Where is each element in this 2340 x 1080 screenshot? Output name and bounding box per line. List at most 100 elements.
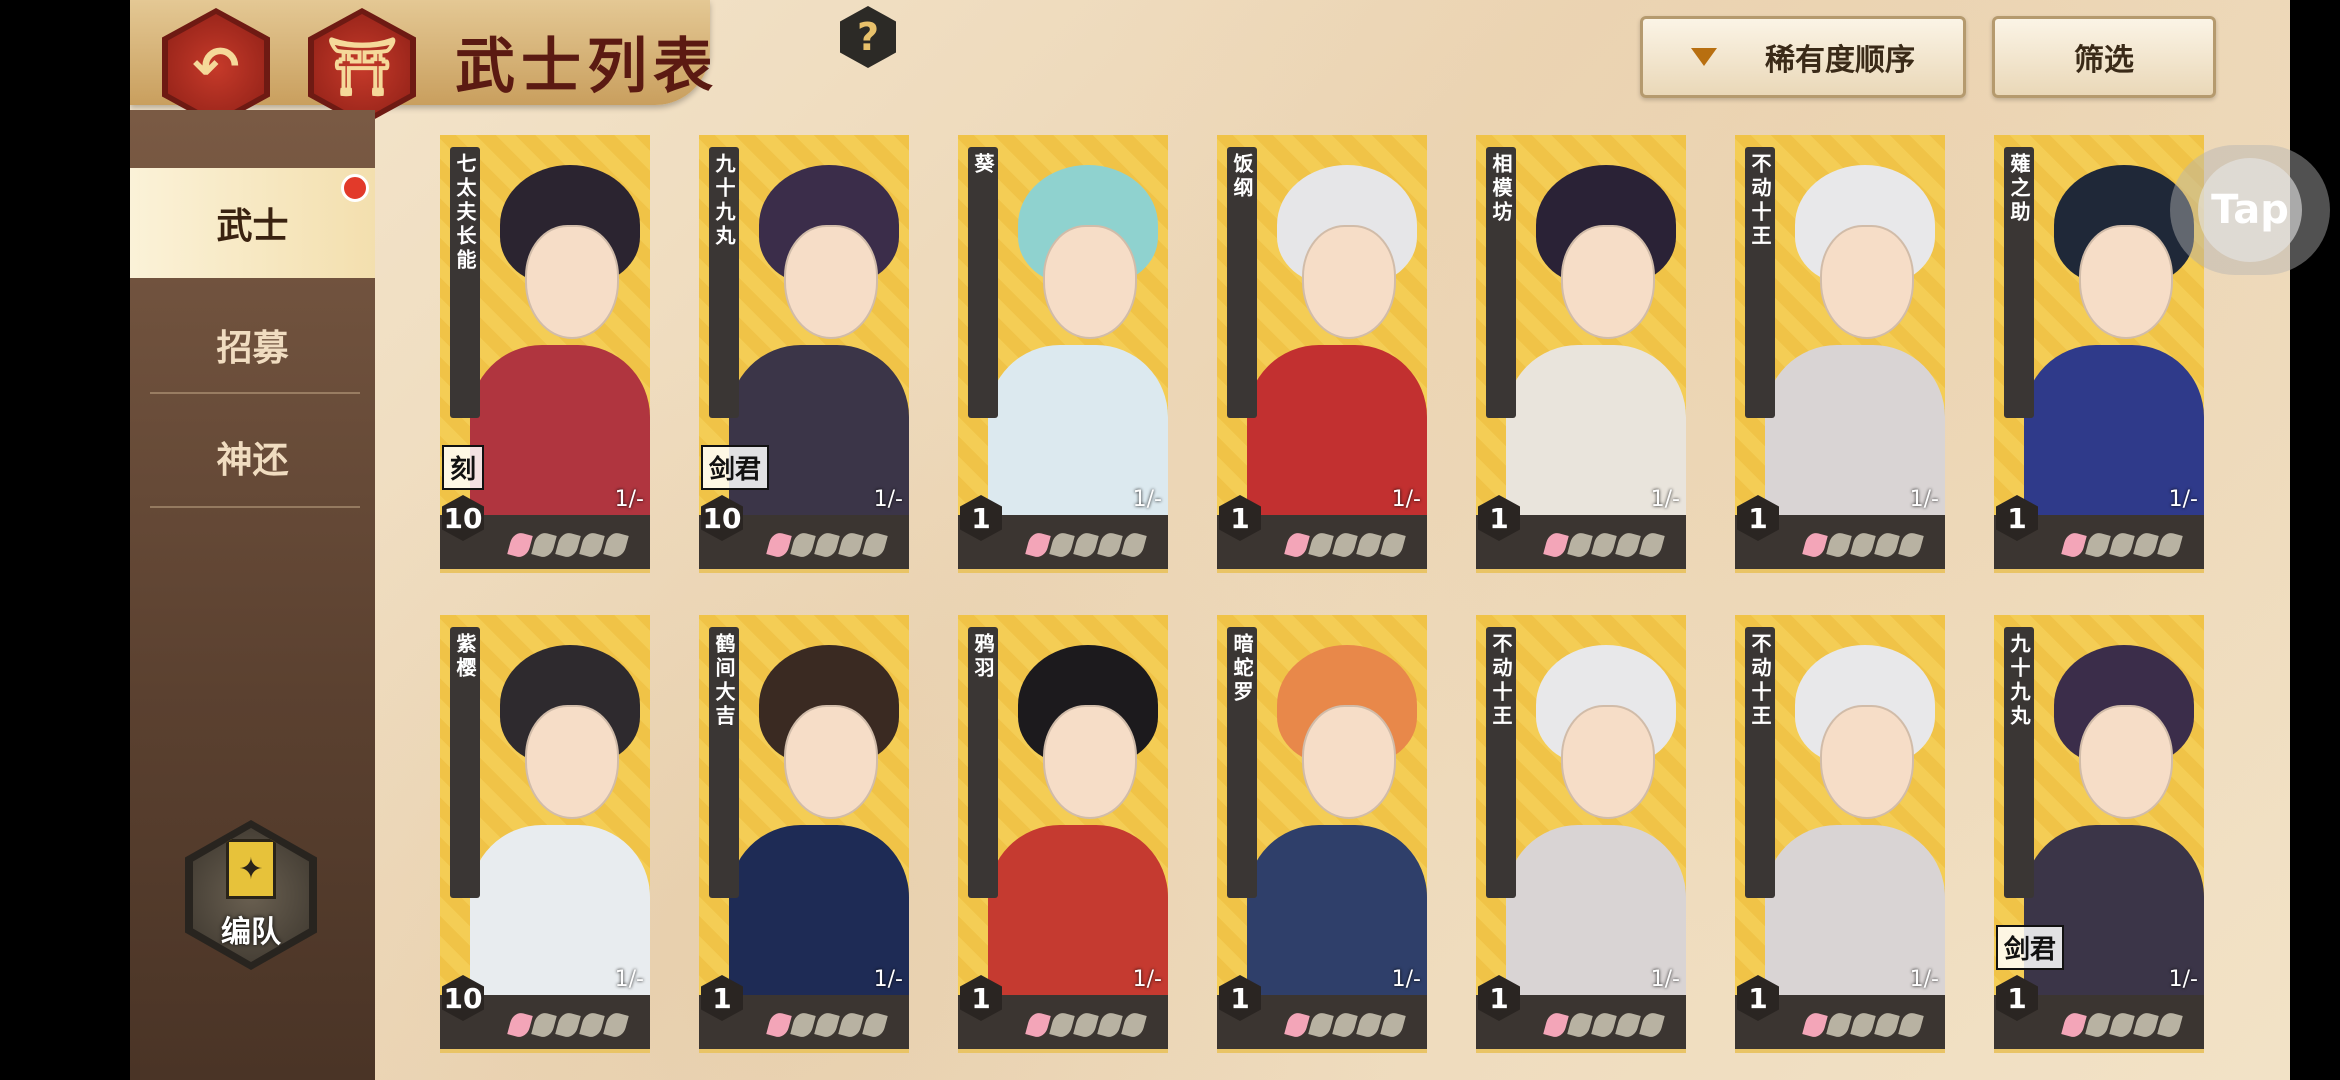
petal-icon <box>1874 530 1900 560</box>
rank-petals <box>1025 1010 1147 1040</box>
petal-icon <box>1898 530 1924 560</box>
petal-icon <box>838 530 864 560</box>
sort-button[interactable]: 稀有度顺序 <box>1640 16 1966 98</box>
card-footer: 10 <box>440 975 650 1053</box>
petal-icon <box>1308 530 1334 560</box>
warrior-name: 九十九丸 <box>709 147 739 418</box>
petal-icon <box>1543 530 1569 560</box>
petal-icon <box>1639 530 1665 560</box>
card-footer: 1 <box>1217 975 1427 1053</box>
warrior-count: 1/- <box>1132 487 1162 512</box>
card-footer: 10 <box>440 495 650 573</box>
warrior-portrait: 七太夫长能刻 1/- <box>440 135 650 515</box>
petal-icon <box>1826 530 1852 560</box>
warrior-portrait: 葵 1/- <box>958 135 1168 515</box>
warrior-card[interactable]: 相模坊 1/- 1 <box>1476 135 1686 573</box>
rank-petals <box>507 1010 629 1040</box>
petal-icon <box>1332 530 1358 560</box>
petal-icon <box>862 530 888 560</box>
warrior-count: 1/- <box>614 967 644 992</box>
petal-icon <box>2061 1010 2087 1040</box>
team-label: 编队 <box>221 915 281 950</box>
warrior-card[interactable]: 不动十王 1/- 1 <box>1735 615 1945 1053</box>
warrior-count: 1/- <box>1650 487 1680 512</box>
warrior-name: 紫樱 <box>450 627 480 898</box>
warrior-name: 鹤间大吉 <box>709 627 739 898</box>
card-footer: 1 <box>1994 975 2204 1053</box>
card-footer: 1 <box>1735 495 1945 573</box>
petal-icon <box>1874 1010 1900 1040</box>
warrior-card[interactable]: 不动十王 1/- 1 <box>1476 615 1686 1053</box>
card-footer: 1 <box>1476 495 1686 573</box>
warrior-card[interactable]: 饭纲 1/- 1 <box>1217 135 1427 573</box>
petal-icon <box>1356 530 1382 560</box>
back-icon: ↶ <box>168 14 264 120</box>
character-face <box>1561 705 1655 819</box>
petal-icon <box>2133 1010 2159 1040</box>
warrior-name: 暗蛇罗 <box>1227 627 1257 898</box>
warrior-card[interactable]: 九十九丸 剑君 1/- 10 <box>699 135 909 573</box>
sidebar-item-warriors[interactable]: 武士 <box>130 168 375 278</box>
sidebar-item-label: 招募 <box>216 327 289 369</box>
sidebar-item-recruit[interactable]: 招募 <box>130 290 375 400</box>
sidebar-item-label: 武士 <box>216 205 289 247</box>
warrior-portrait: 相模坊 1/- <box>1476 135 1686 515</box>
rank-petals <box>1802 530 1924 560</box>
petal-icon <box>814 1010 840 1040</box>
petal-icon <box>790 530 816 560</box>
team-formation-button[interactable]: ✦ 编队 <box>185 820 317 970</box>
petal-icon <box>531 530 557 560</box>
rank-petals <box>2061 1010 2183 1040</box>
petal-icon <box>1850 1010 1876 1040</box>
card-footer: 1 <box>1735 975 1945 1053</box>
tap-overlay-button[interactable]: Tap <box>2170 145 2330 275</box>
warrior-portrait: 不动十王 1/- <box>1476 615 1686 995</box>
warrior-count: 1/- <box>1391 487 1421 512</box>
warrior-card[interactable]: 不动十王 1/- 1 <box>1735 135 1945 573</box>
warrior-name: 相模坊 <box>1486 147 1516 418</box>
dropdown-triangle-icon <box>1691 48 1717 66</box>
card-footer: 1 <box>699 975 909 1053</box>
character-face <box>2079 705 2173 819</box>
warrior-card[interactable]: 七太夫长能刻 1/- 10 <box>440 135 650 573</box>
petal-icon <box>1025 1010 1051 1040</box>
tap-label: Tap <box>2198 158 2302 262</box>
card-footer: 1 <box>1217 495 1427 573</box>
warrior-name: 鸦羽 <box>968 627 998 898</box>
warrior-card[interactable]: 鹤间大吉 1/- 1 <box>699 615 909 1053</box>
help-button[interactable]: ? <box>840 6 896 68</box>
warrior-count: 1/- <box>614 487 644 512</box>
petal-icon <box>507 1010 533 1040</box>
warrior-count: 1/- <box>2168 487 2198 512</box>
character-face <box>525 225 619 339</box>
card-footer: 1 <box>958 975 1168 1053</box>
petal-icon <box>507 530 533 560</box>
warrior-name: 饭纲 <box>1227 147 1257 418</box>
sort-label: 稀有度顺序 <box>1765 43 1915 78</box>
warrior-seal: 剑君 <box>701 445 770 490</box>
petal-icon <box>1802 1010 1828 1040</box>
warrior-card[interactable]: 鸦羽 1/- 1 <box>958 615 1168 1053</box>
warrior-card[interactable]: 九十九丸 剑君 1/- 1 <box>1994 615 2204 1053</box>
game-screen: ↶ ⛩ 武士列表 ? 稀有度顺序 筛选 武士 招募 神还 ✦ 编队 七太夫长能 … <box>130 0 2290 1080</box>
sidebar-item-return[interactable]: 神还 <box>130 402 375 512</box>
petal-icon <box>603 1010 629 1040</box>
petal-icon <box>2061 530 2087 560</box>
warrior-portrait: 暗蛇罗 1/- <box>1217 615 1427 995</box>
warrior-name: 七太夫长能 <box>450 147 480 418</box>
warrior-card[interactable]: 葵 1/- 1 <box>958 135 1168 573</box>
warrior-card[interactable]: 紫樱 1/- 10 <box>440 615 650 1053</box>
petal-icon <box>1308 1010 1334 1040</box>
petal-icon <box>2085 1010 2111 1040</box>
petal-icon <box>1639 1010 1665 1040</box>
filter-button[interactable]: 筛选 <box>1992 16 2216 98</box>
rank-petals <box>1543 1010 1665 1040</box>
petal-icon <box>766 1010 792 1040</box>
warrior-portrait: 不动十王 1/- <box>1735 615 1945 995</box>
warrior-card[interactable]: 暗蛇罗 1/- 1 <box>1217 615 1427 1053</box>
petal-icon <box>1898 1010 1924 1040</box>
warrior-seal: 剑君 <box>1996 925 2065 970</box>
petal-icon <box>1049 530 1075 560</box>
petal-icon <box>531 1010 557 1040</box>
team-hex-frame: ✦ 编队 <box>185 820 317 970</box>
